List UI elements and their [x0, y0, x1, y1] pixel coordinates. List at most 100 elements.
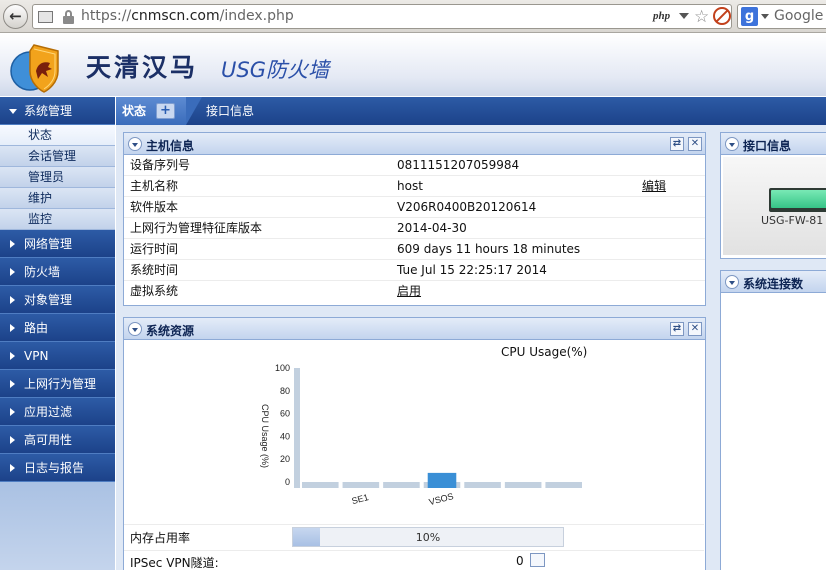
sidebar-group-logs[interactable]: 日志与报告 [0, 454, 115, 482]
panel-title: 系统连接数 [743, 277, 804, 291]
search-box[interactable]: g Google [737, 4, 826, 29]
info-row-virtual: 虚拟系统 启用 [124, 281, 705, 302]
sidebar-group-label: 日志与报告 [24, 461, 85, 475]
tab-status[interactable]: 状态 + [116, 97, 186, 125]
sidebar-item-sessions[interactable]: 会话管理 [0, 146, 115, 167]
add-widget-plus-icon[interactable]: + [156, 103, 175, 119]
y-axis-column [294, 368, 300, 488]
noscript-icon[interactable] [713, 7, 731, 25]
sidebar-group-firewall[interactable]: 防火墙 [0, 258, 115, 286]
ipsec-value: 0 [516, 554, 524, 568]
y-tick-label: 60 [280, 409, 290, 419]
sidebar-group-objects[interactable]: 对象管理 [0, 286, 115, 314]
row-label: 上网行为管理特征库版本 [130, 221, 263, 235]
sidebar-group-label: 上网行为管理 [24, 377, 97, 391]
x-axis-labels: SE1 VSOS [351, 491, 455, 507]
panel-header: 系统资源 ⇄ ✕ [124, 318, 705, 340]
row-value: 609 days 11 hours 18 minutes [397, 242, 581, 256]
collapsed-arrow-icon [10, 352, 15, 360]
sidebar-item-admins[interactable]: 管理员 [0, 167, 115, 188]
panel-header: 主机信息 ⇄ ✕ [124, 133, 705, 155]
connections-panel: 系统连接数 [720, 270, 826, 570]
memory-progress-bar: 10% [292, 527, 564, 547]
bar-track [342, 482, 380, 488]
network-port-icon[interactable] [769, 188, 826, 212]
info-row-serial: 设备序列号 0811151207059984 [124, 155, 705, 176]
row-value: 2014-04-30 [397, 221, 467, 235]
memory-percent-text: 10% [415, 531, 441, 544]
memory-usage-row: 内存占用率 10% [124, 524, 704, 547]
refresh-panel-icon[interactable]: ⇄ [670, 322, 684, 336]
sidebar-group-web-behavior[interactable]: 上网行为管理 [0, 370, 115, 398]
collapsed-arrow-icon [10, 464, 15, 472]
collapsed-arrow-icon [10, 240, 15, 248]
edit-hostname-link[interactable]: 编辑 [642, 176, 666, 197]
sidebar-group-label: 系统管理 [24, 104, 73, 118]
y-axis: 0 20 40 60 80 100 [275, 363, 290, 487]
y-tick-label: 0 [285, 477, 290, 487]
google-icon[interactable]: g [741, 7, 758, 26]
host-info-panel: 主机信息 ⇄ ✕ 设备序列号 0811151207059984 主机名称 host 编… [123, 132, 706, 306]
sidebar-group-label: 网络管理 [24, 237, 73, 251]
sidebar-group-system[interactable]: 系统管理 [0, 97, 115, 125]
sidebar-group-label: VPN [24, 349, 49, 363]
sidebar-group-vpn[interactable]: VPN [0, 342, 115, 370]
bars [294, 368, 582, 488]
sidebar-group-network[interactable]: 网络管理 [0, 230, 115, 258]
row-label: 运行时间 [130, 242, 179, 256]
browser-toolbar: ← https://cnmscn.com/index.php php ☆ ↻ g… [0, 0, 826, 33]
close-icon[interactable]: ✕ [688, 137, 702, 151]
y-tick-label: 80 [280, 386, 290, 396]
search-engine-dropdown-icon[interactable] [761, 14, 769, 19]
tab-wedge [186, 97, 202, 125]
page-icon [38, 11, 53, 23]
bar-track [302, 482, 339, 488]
row-value: Tue Jul 15 22:25:17 2014 [397, 263, 547, 277]
address-bar[interactable]: https://cnmscn.com/index.php php ☆ ↻ [32, 4, 732, 29]
ipsec-detail-icon[interactable] [530, 553, 545, 567]
content-area: 主机信息 ⇄ ✕ 设备序列号 0811151207059984 主机名称 host 编… [116, 125, 826, 570]
info-row-signature: 上网行为管理特征库版本 2014-04-30 [124, 218, 705, 239]
sidebar-group-routing[interactable]: 路由 [0, 314, 115, 342]
history-dropdown-icon[interactable] [679, 13, 689, 19]
collapse-icon[interactable] [128, 137, 142, 151]
refresh-panel-icon[interactable]: ⇄ [670, 137, 684, 151]
sidebar-item-status[interactable]: 状态 [0, 125, 115, 146]
device-name: USG-FW-81 [761, 214, 824, 227]
panel-title: 主机信息 [146, 139, 195, 153]
bookmark-star-icon[interactable]: ☆ [694, 7, 709, 27]
row-value: V206R0400B20120614 [397, 200, 537, 214]
sidebar-group-ha[interactable]: 高可用性 [0, 426, 115, 454]
collapse-icon[interactable] [725, 137, 739, 151]
company-name: 天清汉马 [86, 53, 199, 82]
expanded-arrow-icon [9, 109, 17, 114]
sidebar-group-app-filter[interactable]: 应用过滤 [0, 398, 115, 426]
sidebar-item-monitor[interactable]: 监控 [0, 209, 115, 230]
virtual-system-enable-link[interactable]: 启用 [397, 281, 421, 302]
tab-interface-info[interactable]: 接口信息 [206, 97, 254, 125]
info-row-uptime: 运行时间 609 days 11 hours 18 minutes [124, 239, 705, 260]
sidebar-group-label: 高可用性 [24, 433, 73, 447]
row-label: 虚拟系统 [130, 284, 179, 298]
url-text[interactable]: https://cnmscn.com/index.php [81, 8, 294, 24]
bar-track [545, 482, 582, 488]
row-value: host [397, 179, 423, 193]
bar-track [383, 482, 420, 488]
sidebar-group-label: 应用过滤 [24, 405, 73, 419]
search-placeholder[interactable]: Google [774, 8, 823, 24]
sidebar-item-maintenance[interactable]: 维护 [0, 188, 115, 209]
sidebar-group-label: 路由 [24, 321, 49, 335]
row-label: 设备序列号 [130, 158, 191, 172]
lock-icon[interactable] [63, 10, 74, 24]
memory-label: 内存占用率 [130, 531, 191, 545]
shield-logo-icon [10, 44, 59, 93]
collapsed-arrow-icon [10, 324, 15, 332]
collapse-icon[interactable] [725, 275, 739, 289]
panel-header: 系统连接数 [721, 271, 826, 293]
row-label: 系统时间 [130, 263, 179, 277]
back-button[interactable]: ← [3, 4, 28, 29]
collapsed-arrow-icon [10, 436, 15, 444]
collapse-icon[interactable] [128, 322, 142, 336]
tab-bar: 状态 + 接口信息 [116, 97, 826, 125]
close-icon[interactable]: ✕ [688, 322, 702, 336]
